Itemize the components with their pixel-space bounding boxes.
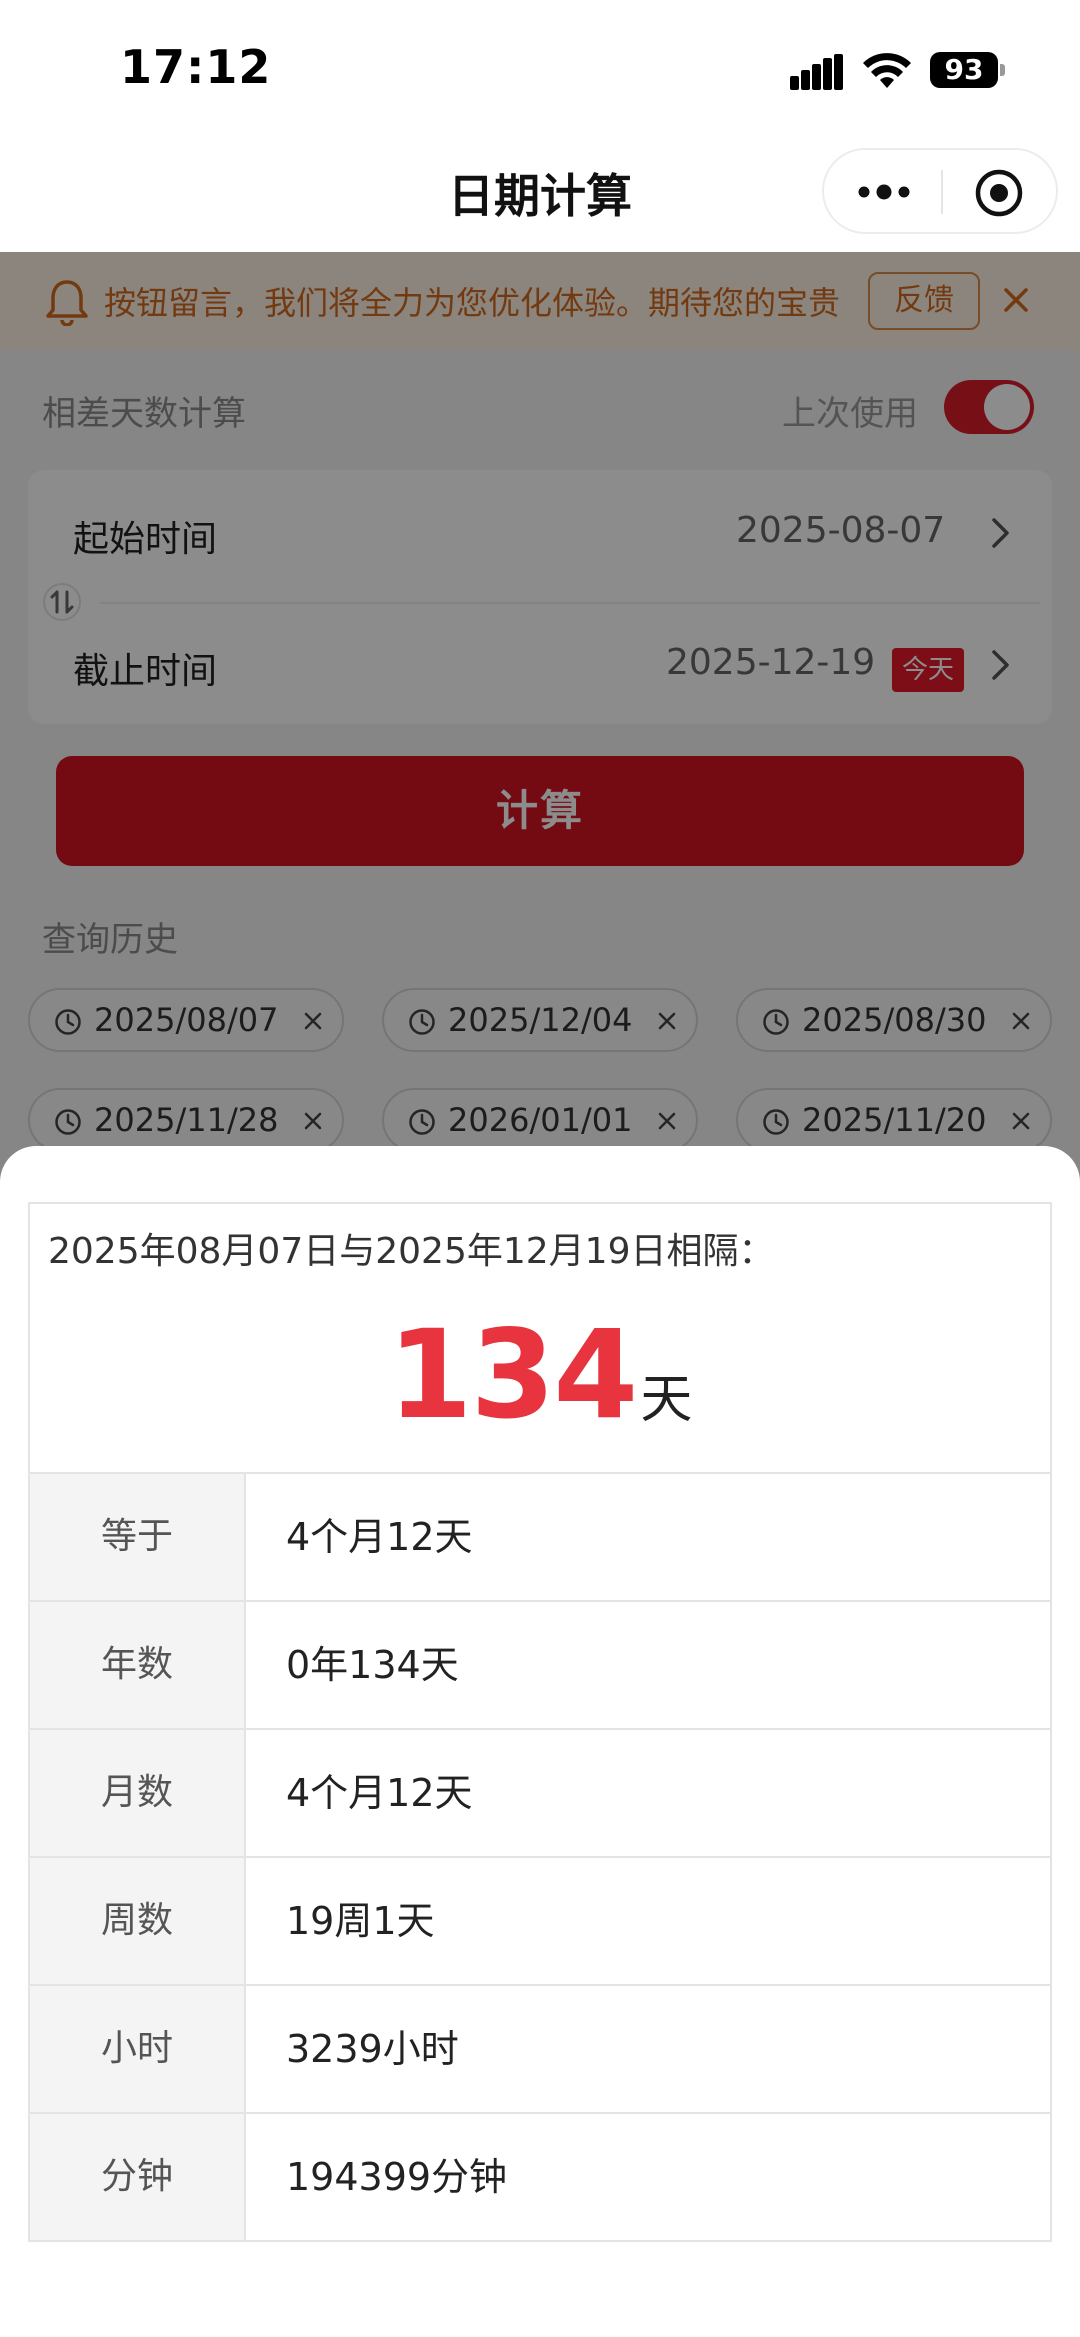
- row-value: 194399分钟: [286, 2155, 508, 2199]
- battery-indicator: 93: [930, 52, 1006, 88]
- battery-level: 93: [930, 52, 998, 88]
- row-label: 小时: [30, 1986, 246, 2112]
- status-time: 17:12: [120, 40, 272, 94]
- result-unit: 天: [640, 1370, 693, 1430]
- table-row: 年数 0年134天: [30, 1600, 1050, 1728]
- battery-tip: [1000, 64, 1005, 76]
- row-value: 4个月12天: [286, 1515, 473, 1559]
- table-row: 小时 3239小时: [30, 1984, 1050, 2112]
- row-label: 年数: [30, 1602, 246, 1728]
- miniprogram-capsule: [822, 148, 1058, 234]
- row-label: 分钟: [30, 2114, 246, 2240]
- close-miniprogram-icon[interactable]: [974, 168, 1024, 218]
- result-table: 等于 4个月12天 年数 0年134天 月数 4个月12天 周数 19周1天 小…: [30, 1472, 1050, 2240]
- table-row: 月数 4个月12天: [30, 1728, 1050, 1856]
- row-value: 19周1天: [286, 1899, 435, 1943]
- row-value: 4个月12天: [286, 1771, 473, 1815]
- row-value: 0年134天: [286, 1643, 459, 1687]
- table-row: 分钟 194399分钟: [30, 2112, 1050, 2240]
- result-box: 2025年08月07日与2025年12月19日相隔： 134天 等于 4个月12…: [28, 1202, 1052, 2242]
- capsule-divider: [941, 170, 943, 214]
- row-label: 周数: [30, 1858, 246, 1984]
- more-dots-icon[interactable]: [854, 172, 914, 212]
- wifi-icon: [863, 53, 911, 88]
- row-label: 月数: [30, 1730, 246, 1856]
- table-row: 周数 19周1天: [30, 1856, 1050, 1984]
- signal-icon: [790, 54, 843, 90]
- table-row: 等于 4个月12天: [30, 1472, 1050, 1600]
- result-header: 2025年08月07日与2025年12月19日相隔：: [48, 1231, 775, 1272]
- result-number: 134: [387, 1304, 639, 1446]
- row-label: 等于: [30, 1474, 246, 1600]
- result-sheet: 2025年08月07日与2025年12月19日相隔： 134天 等于 4个月12…: [0, 1146, 1080, 2337]
- status-bar: 17:12 93: [0, 0, 1080, 140]
- row-value: 3239小时: [286, 2027, 459, 2071]
- result-total: 134天: [30, 1304, 1050, 1446]
